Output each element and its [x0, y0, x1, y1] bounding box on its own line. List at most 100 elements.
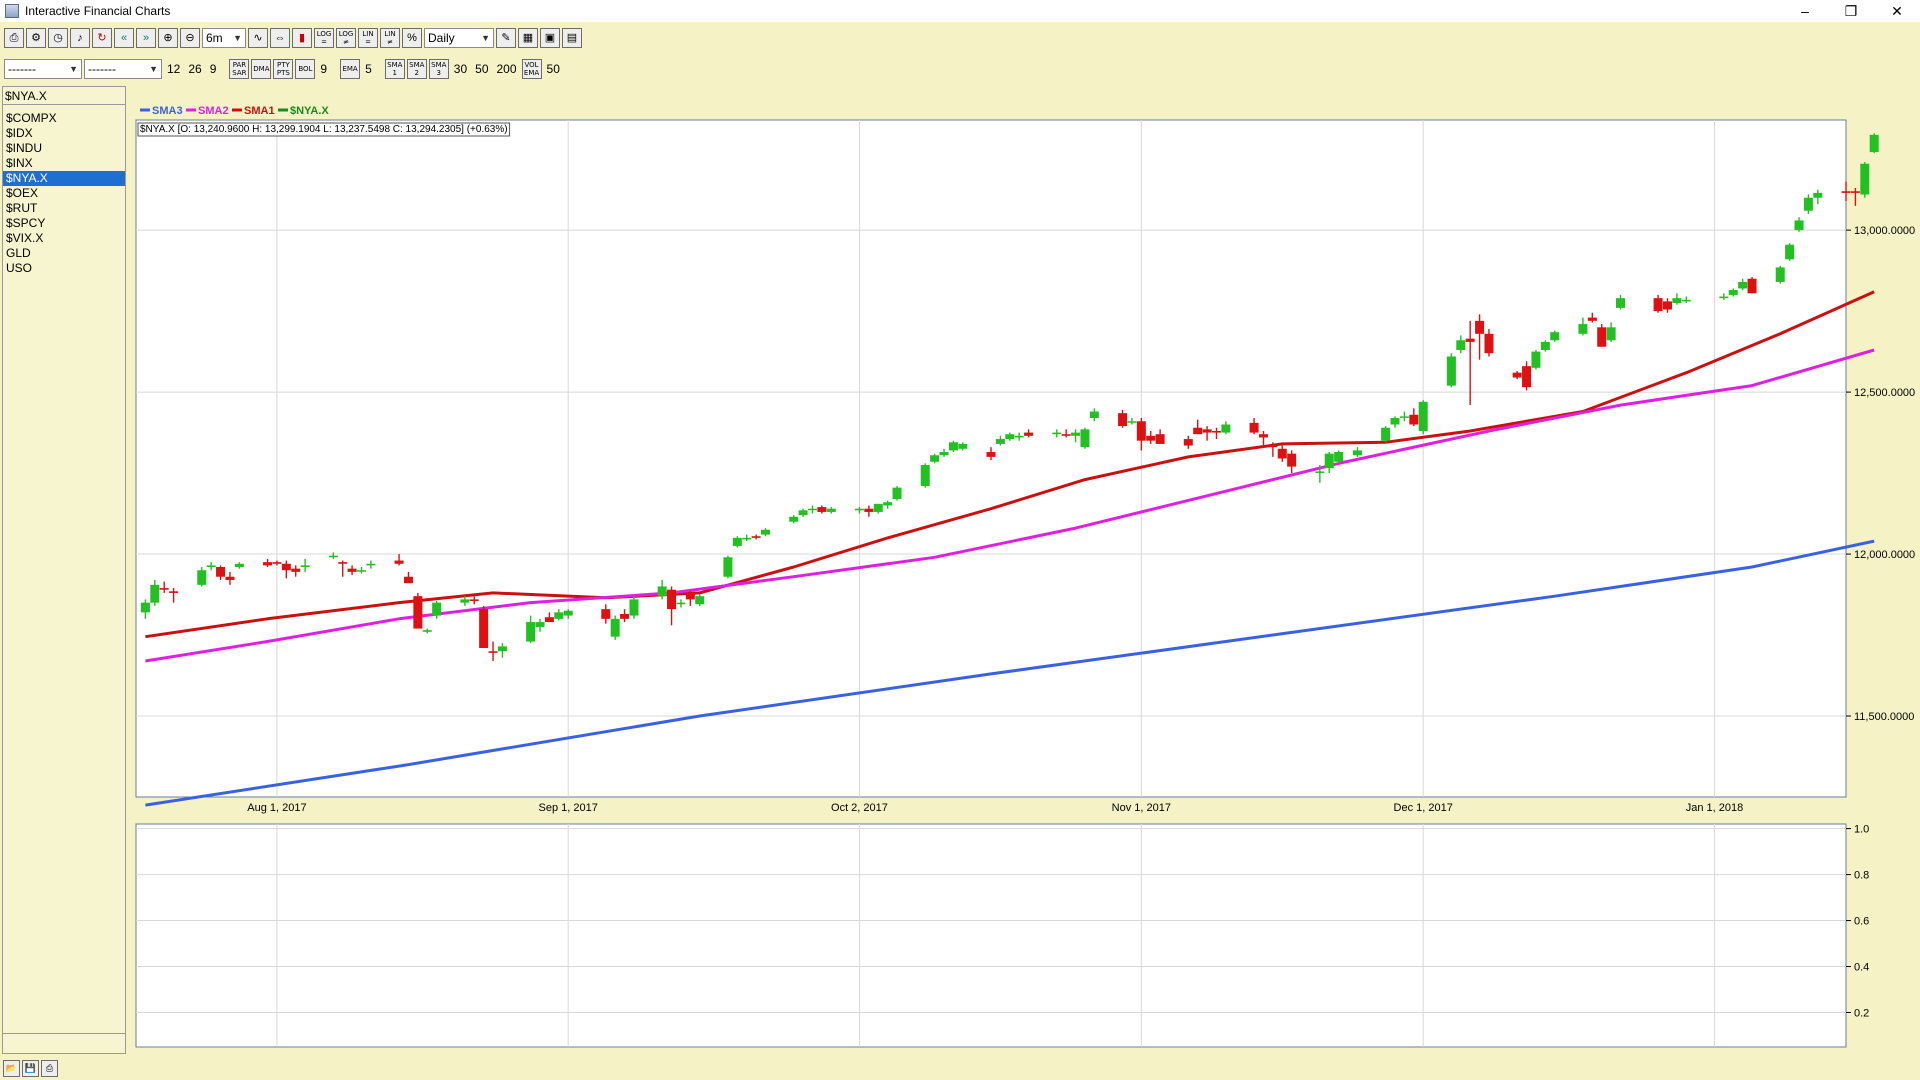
sma1-value[interactable]: 30 [451, 62, 470, 76]
candle-body [1221, 424, 1231, 433]
par-sar-button[interactable]: PAR SAR [229, 59, 250, 79]
macd-fast-value[interactable]: 12 [164, 62, 183, 76]
macd-signal-value[interactable]: 9 [207, 62, 220, 76]
chart-svg[interactable]: Aug 1, 2017 Sep 1, 2017 Oct 2, 2017 Nov 1, … [130, 96, 1920, 1056]
symbol-item[interactable]: GLD [3, 246, 125, 261]
sma3-value[interactable]: 200 [494, 62, 520, 76]
candle-body [601, 609, 611, 619]
candle-body [610, 618, 620, 637]
candle-body [216, 567, 226, 577]
symbol-item[interactable]: $INX [3, 156, 125, 171]
candle-body [159, 588, 169, 590]
ohlc-chart-icon[interactable]: ⇔ [270, 28, 290, 48]
candle-body [432, 602, 442, 616]
sma2-value[interactable]: 50 [472, 62, 491, 76]
print-icon[interactable]: ⎙ [4, 28, 24, 48]
vol-ema-value[interactable]: 50 [544, 62, 563, 76]
symbol-item[interactable]: $RUT [3, 201, 125, 216]
candle-body [826, 508, 836, 512]
chevron-down-icon: ▼ [481, 33, 490, 43]
candle-body [1418, 401, 1428, 431]
log-notequal-button[interactable]: LOG ≠ [336, 28, 356, 48]
chart-area[interactable]: Aug 1, 2017 Sep 1, 2017 Oct 2, 2017 Nov 1, … [130, 96, 1920, 1056]
annotate-icon[interactable]: ✎ [496, 28, 516, 48]
refresh-icon[interactable]: ◷ [48, 28, 68, 48]
scroll-right-icon[interactable]: » [136, 28, 156, 48]
window-controls: – ❐ ✕ [1782, 0, 1920, 22]
reload-icon[interactable]: ↻ [92, 28, 112, 48]
symbol-item[interactable]: $COMPX [3, 111, 125, 126]
candle-body [1024, 432, 1034, 436]
lower-tick-label: 1.0 [1854, 824, 1869, 836]
candle-body [807, 508, 817, 511]
symbol-item[interactable]: $SPCY [3, 216, 125, 231]
scroll-left-icon[interactable]: « [114, 28, 134, 48]
line-chart-icon[interactable]: ∿ [248, 28, 268, 48]
candle-body [1606, 327, 1616, 341]
sma3-button[interactable]: SMA 3 [428, 59, 449, 79]
candle-body [1587, 317, 1597, 321]
candle-body [225, 576, 235, 580]
vol-ema-button[interactable]: VOL EMA [521, 59, 542, 79]
save-icon[interactable]: 💾 [22, 1059, 39, 1077]
candle-body [356, 570, 366, 572]
restore-button[interactable]: ❐ [1828, 0, 1874, 22]
macd-slow-value[interactable]: 26 [185, 62, 204, 76]
candle-body [723, 557, 733, 577]
close-button[interactable]: ✕ [1874, 0, 1920, 22]
minimize-button[interactable]: – [1782, 0, 1828, 22]
lin-equal-button[interactable]: LIN = [358, 28, 378, 48]
candle-body [1136, 421, 1146, 441]
sma2-button[interactable]: SMA 2 [406, 59, 427, 79]
symbol-item[interactable]: $VIX.X [3, 231, 125, 246]
percent-button[interactable]: % [402, 28, 422, 48]
title-bar: Interactive Financial Charts – ❐ ✕ [0, 0, 1920, 22]
dma-button[interactable]: DMA [251, 59, 272, 79]
y-tick-label: 12,000.0000 [1854, 549, 1915, 561]
candle-body [854, 508, 864, 511]
pty-pts-button[interactable]: PTY PTS [273, 59, 294, 79]
log-equal-button[interactable]: LOG = [314, 28, 334, 48]
candle-body [1813, 192, 1823, 198]
setup-icon[interactable]: ⚙ [26, 28, 46, 48]
sidebar-bottom-field[interactable] [3, 1033, 125, 1053]
symbol-item[interactable]: USO [3, 261, 125, 276]
symbol-item[interactable]: $INDU [3, 141, 125, 156]
interval-select[interactable]: Daily ▼ [424, 28, 494, 48]
sound-icon[interactable]: ♪ [70, 28, 90, 48]
symbol-input[interactable]: $NYA.X [3, 87, 125, 105]
zoom-out-icon[interactable]: ⊖ [180, 28, 200, 48]
candle-body [422, 630, 432, 632]
indicator-select-1[interactable]: ------- ▼ [4, 59, 82, 79]
candle-body [1155, 434, 1165, 444]
lin-notequal-button[interactable]: LIN ≠ [380, 28, 400, 48]
candle-chart-icon[interactable]: ▮ [292, 28, 312, 48]
bol-value[interactable]: 9 [317, 62, 330, 76]
sma1-button[interactable]: SMA 1 [384, 59, 405, 79]
symbol-item[interactable]: $IDX [3, 126, 125, 141]
indicator-select-2[interactable]: ------- ▼ [84, 59, 162, 79]
candle-body [732, 537, 742, 546]
candle-body [751, 536, 761, 538]
bol-button[interactable]: BOL [295, 59, 316, 79]
y-tick-label: 11,500.0000 [1854, 711, 1914, 723]
candle-body [469, 599, 479, 602]
candle-body [1146, 435, 1156, 441]
layout-icon[interactable]: ▣ [540, 28, 560, 48]
candle-body [892, 487, 902, 499]
zoom-in-icon[interactable]: ⊕ [158, 28, 178, 48]
candle-body [554, 612, 564, 619]
compare-icon[interactable]: ▤ [562, 28, 582, 48]
symbol-item[interactable]: $OEX [3, 186, 125, 201]
candle-body [1653, 298, 1663, 312]
lower-tick-label: 0.4 [1854, 962, 1869, 974]
candle-body [761, 529, 771, 535]
ema-value[interactable]: 5 [362, 62, 375, 76]
print-preview-icon[interactable]: ⎙ [41, 1059, 58, 1077]
candle-body [1390, 418, 1400, 425]
grid-icon[interactable]: ▦ [518, 28, 538, 48]
ema-button[interactable]: EMA [340, 59, 361, 79]
open-icon[interactable]: 📂 [3, 1059, 20, 1077]
period-select[interactable]: 6m ▼ [202, 28, 246, 48]
symbol-item[interactable]: $NYA.X [3, 171, 125, 186]
